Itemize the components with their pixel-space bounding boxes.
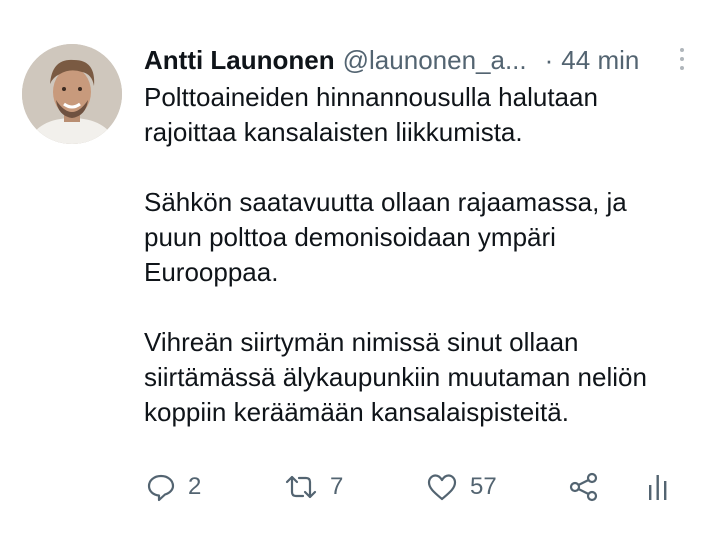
tweet-line: Sähkön saatavuutta ollaan rajaamassa, ja (144, 187, 627, 217)
reply-icon (147, 474, 175, 502)
tweet-line: Vihreän siirtymän nimissä sinut ollaan (144, 327, 579, 357)
analytics-button[interactable] (646, 462, 670, 512)
tweet-line: rajoittaa kansalaisten liikkumista. (144, 117, 523, 147)
heart-icon (427, 474, 457, 501)
tweet: Antti Launonen @launonen_a... · 44 min P… (0, 0, 720, 553)
tweet-line: koppiin keräämään kansalaispisteitä. (144, 397, 569, 427)
tweet-header: Antti Launonen @launonen_a... · 44 min (144, 40, 694, 80)
more-options-icon[interactable] (672, 45, 692, 73)
like-count: 57 (470, 473, 497, 500)
avatar[interactable] (22, 44, 122, 144)
tweet-line: Polttoaineiden hinnannousulla halutaan (144, 82, 598, 112)
share-button[interactable] (568, 462, 600, 512)
reply-count: 2 (188, 473, 202, 500)
tweet-text: Polttoaineiden hinnannousulla halutaan r… (144, 80, 704, 430)
author-handle[interactable]: @launonen_a... (343, 45, 527, 76)
author-name[interactable]: Antti Launonen (144, 45, 335, 76)
share-icon (569, 472, 598, 502)
tweet-line: puun polttoa demonisoidaan ympäri (144, 222, 556, 252)
timestamp[interactable]: 44 min (561, 45, 639, 76)
separator-dot: · (544, 44, 554, 75)
like-button[interactable]: 57 (426, 462, 497, 512)
retweet-button[interactable]: 7 (284, 462, 343, 512)
tweet-line: Eurooppaa. (144, 257, 279, 287)
retweet-icon (285, 475, 317, 499)
retweet-count: 7 (330, 473, 344, 500)
analytics-icon (649, 475, 667, 500)
action-bar: 2 7 57 (0, 462, 720, 512)
tweet-line: siirtämässä älykaupunkiin muutaman neliö… (144, 362, 647, 392)
reply-button[interactable]: 2 (146, 462, 201, 512)
